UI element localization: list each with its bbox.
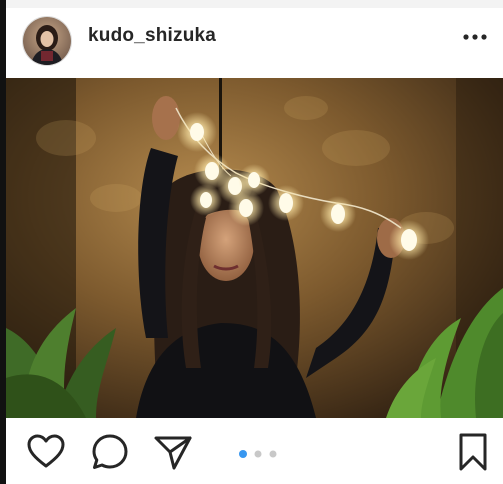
- username[interactable]: kudo_shizuka: [88, 25, 216, 47]
- carousel-indicator: [239, 450, 277, 458]
- comment-icon[interactable]: [90, 432, 130, 472]
- carousel-dot-active: [239, 450, 247, 458]
- post-action-bar: [6, 418, 503, 484]
- share-icon[interactable]: [153, 432, 193, 472]
- instagram-post: kudo_shizuka: [0, 0, 503, 484]
- bookmark-icon[interactable]: [453, 432, 493, 472]
- post-photo[interactable]: [6, 78, 503, 418]
- more-options-icon[interactable]: [463, 32, 487, 42]
- carousel-dot: [269, 450, 277, 458]
- post-header: kudo_shizuka: [6, 8, 503, 78]
- carousel-dot: [254, 450, 262, 458]
- avatar[interactable]: [22, 16, 72, 66]
- heart-icon[interactable]: [26, 432, 66, 472]
- top-divider: [6, 0, 503, 8]
